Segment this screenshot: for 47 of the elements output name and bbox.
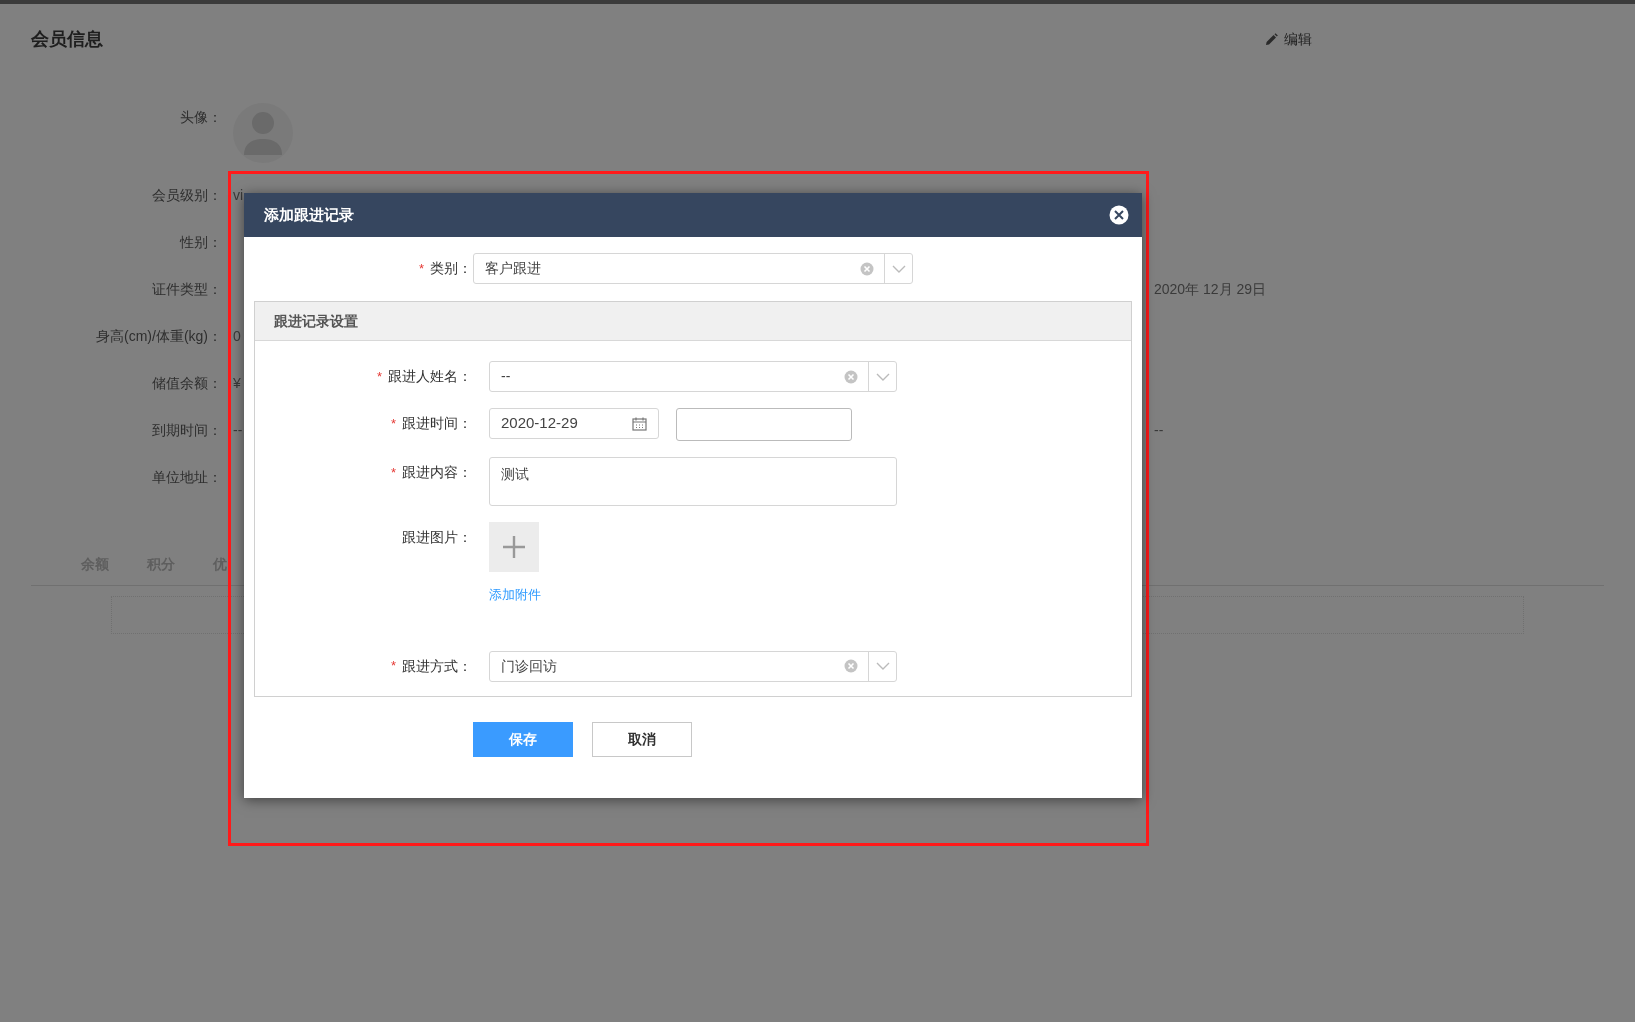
chevron-down-icon[interactable] <box>874 371 891 382</box>
field-label: 跟进内容： <box>402 463 472 482</box>
field-label: 跟进方式： <box>402 656 472 676</box>
select-field[interactable]: -- <box>489 361 897 392</box>
field-label: 类别： <box>430 259 472 278</box>
field-label: 性别： <box>178 233 222 252</box>
field-value: vi <box>233 187 244 203</box>
content-textarea[interactable]: 测试 <box>489 457 897 506</box>
plus-icon <box>502 535 526 559</box>
close-icon[interactable] <box>1109 205 1129 225</box>
field-label: 会员级别： <box>151 186 222 205</box>
field-label: 跟进时间： <box>402 414 472 433</box>
edit-button[interactable]: 编辑 <box>1265 29 1312 50</box>
time-field[interactable] <box>676 408 852 441</box>
page-title: 会员信息 <box>31 28 103 51</box>
select-field[interactable]: 门诊回访 <box>489 650 897 682</box>
field-label: 储值余额： <box>151 374 222 393</box>
pencil-icon <box>1265 33 1278 46</box>
calendar-icon[interactable] <box>632 416 647 431</box>
panel-title: 跟进记录设置 <box>274 311 358 331</box>
field-value: -- <box>1154 422 1164 438</box>
field-value: 0 <box>233 328 241 344</box>
field-label: 跟进人姓名： <box>388 367 472 386</box>
select-field[interactable]: 客户跟进 <box>473 253 913 284</box>
chevron-down-icon[interactable] <box>874 661 891 671</box>
clear-icon[interactable] <box>860 261 874 276</box>
clear-icon[interactable] <box>844 659 858 673</box>
required-mark: * <box>390 463 396 482</box>
required-mark: * <box>376 367 382 386</box>
field-label: 证件类型： <box>151 280 222 299</box>
field-label: 单位地址： <box>151 468 222 487</box>
field-label: 到期时间： <box>151 421 222 440</box>
date-field[interactable]: 2020-12-29 <box>489 408 659 439</box>
required-mark: * <box>390 657 396 676</box>
cancel-button[interactable]: 取消 <box>592 721 692 757</box>
chevron-down-icon[interactable] <box>890 263 907 274</box>
field-label: 身高(cm)/体重(kg)： <box>95 327 222 346</box>
field-label: 头像： <box>179 108 222 127</box>
required-mark: * <box>390 414 396 433</box>
field-value: ¥ <box>233 375 241 391</box>
clear-icon[interactable] <box>844 369 858 384</box>
dialog-title: 添加跟进记录 <box>264 204 354 225</box>
required-mark: * <box>418 259 424 278</box>
field-value: -- <box>233 422 243 438</box>
field-label: 跟进图片： <box>402 528 472 547</box>
field-value: 2020年 12月 29日 <box>1154 281 1267 297</box>
add-image-button[interactable] <box>489 522 539 572</box>
